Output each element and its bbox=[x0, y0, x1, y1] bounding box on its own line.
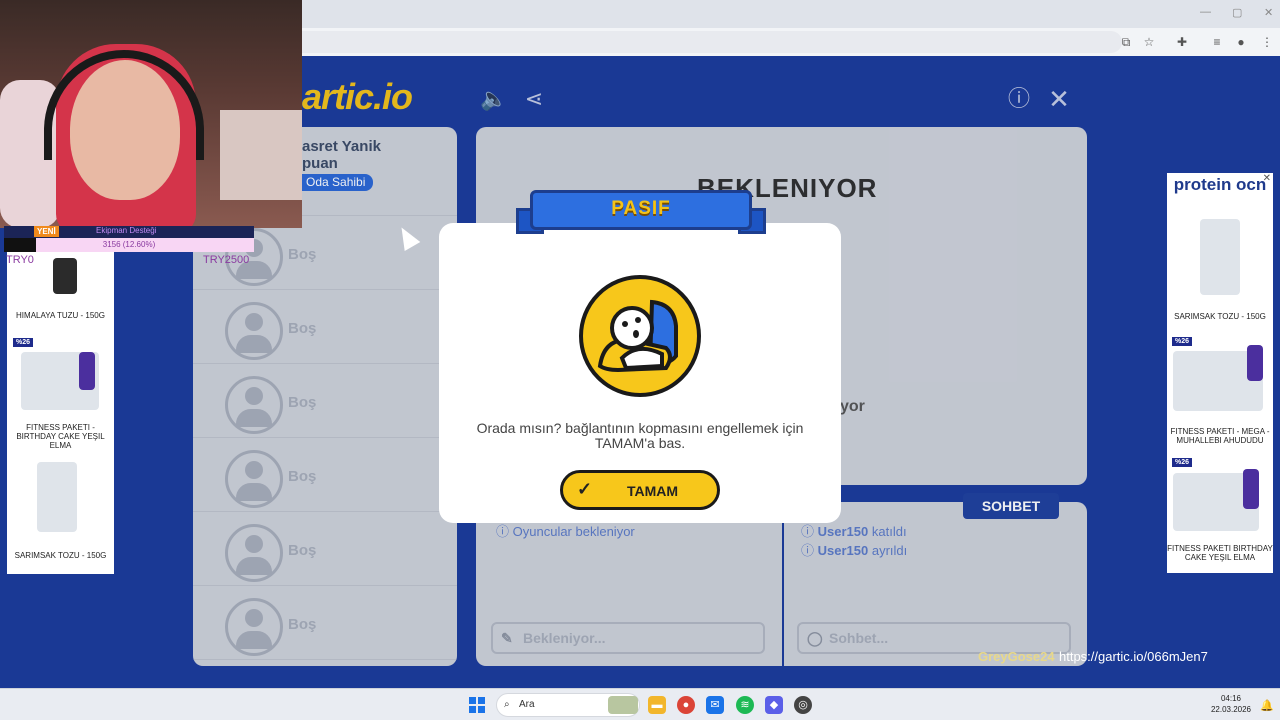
file-explorer-icon[interactable]: ▬ bbox=[648, 696, 666, 714]
clock-time: 04:16 bbox=[1220, 694, 1242, 703]
discount-badge: %26 bbox=[1172, 337, 1193, 346]
sleeping-icon bbox=[579, 275, 701, 397]
minimize-icon[interactable]: — bbox=[1200, 6, 1211, 18]
search-icon: ⌕ bbox=[504, 699, 510, 710]
clock-date: 22.03.2026 bbox=[1210, 705, 1252, 714]
check-icon: ✓ bbox=[577, 479, 593, 499]
ad-left[interactable]: HIMALAYA TUZU - 150G %26 FITNESS PAKETI … bbox=[7, 252, 114, 574]
obs-icon[interactable]: ◎ bbox=[794, 696, 812, 714]
product-image bbox=[79, 352, 95, 390]
taskbar: ⌕ Ara ▬ ● ✉ ≋ ◆ ◎ 04:16 22.03.2026 🔔 bbox=[0, 688, 1280, 720]
window-close-icon[interactable]: ✕ bbox=[1264, 6, 1273, 19]
extension-icon[interactable]: ✚ bbox=[1173, 33, 1191, 51]
product-image bbox=[1247, 345, 1263, 381]
product-image bbox=[53, 258, 77, 294]
maximize-icon[interactable]: ▢ bbox=[1232, 6, 1242, 19]
ad-label: FITNESS PAKETI BIRTHDAY CAKE YEŞIL ELMA bbox=[1167, 544, 1273, 562]
stream-username: GreyGose24 bbox=[978, 649, 1055, 664]
ad-label: FITNESS PAKETI - MEGA - MUHALLEBI AHUDUD… bbox=[1170, 427, 1270, 445]
chrome-icon[interactable]: ● bbox=[677, 696, 695, 714]
discount-badge: %26 bbox=[1172, 458, 1193, 467]
ad-right[interactable]: ✕ protein ocn SARIMSAK TOZU - 150G %26 F… bbox=[1167, 173, 1273, 573]
taskbar-search-label: Ara bbox=[519, 699, 535, 710]
app-icon[interactable]: ◆ bbox=[765, 696, 783, 714]
donation-min: TRY0 bbox=[6, 254, 34, 266]
modal-ribbon: PASIF bbox=[516, 190, 766, 234]
browser-titlebar: — ▢ ✕ bbox=[302, 0, 1280, 28]
profile-icon[interactable]: ● bbox=[1232, 33, 1250, 51]
ad-label: SARIMSAK TOZU - 150G bbox=[14, 551, 107, 560]
ok-button-label: TAMAM bbox=[627, 483, 679, 499]
modal-title: PASIF bbox=[611, 198, 671, 219]
discount-badge: %26 bbox=[13, 338, 34, 347]
donation-goal: YENİ Ekipman Desteği 3156 (12.60%) bbox=[4, 226, 254, 252]
star-icon[interactable]: ☆ bbox=[1140, 33, 1158, 51]
media-icon[interactable]: ≡ bbox=[1208, 33, 1226, 51]
donation-title: Ekipman Desteği bbox=[96, 226, 157, 235]
clock[interactable]: 04:16 22.03.2026 bbox=[1206, 693, 1256, 715]
spotify-icon[interactable]: ≋ bbox=[736, 696, 754, 714]
ad-label: FITNESS PAKETI - BIRTHDAY CAKE YEŞIL ELM… bbox=[16, 423, 105, 450]
address-bar[interactable] bbox=[302, 31, 1122, 53]
new-badge: YENİ bbox=[34, 226, 59, 237]
stream-link: https://gartic.io/066mJen7 bbox=[1059, 649, 1208, 664]
donation-progress-text: 3156 (12.60%) bbox=[102, 240, 156, 249]
cast-icon[interactable]: ⧉ bbox=[1117, 33, 1135, 51]
donation-progress: 3156 (12.60%) bbox=[4, 238, 254, 252]
menu-icon[interactable]: ⋮ bbox=[1258, 33, 1276, 51]
notification-icon[interactable]: 🔔 bbox=[1260, 699, 1274, 712]
ad-label: HIMALAYA TUZU - 150G bbox=[16, 311, 105, 320]
product-image bbox=[37, 462, 77, 532]
donation-max: TRY2500 bbox=[203, 254, 250, 266]
ad-label: SARIMSAK TOZU - 150G bbox=[1174, 312, 1266, 321]
widget-icon[interactable] bbox=[608, 696, 638, 714]
browser-toolbar: ⧉ ☆ ✚ ≡ ● ⋮ bbox=[302, 28, 1280, 56]
ad-brand: protein ocn bbox=[1173, 175, 1267, 194]
mail-icon[interactable]: ✉ bbox=[706, 696, 724, 714]
ok-button[interactable]: ✓ TAMAM bbox=[560, 470, 720, 510]
product-image bbox=[1243, 469, 1259, 509]
modal-message: Orada mısın? bağlantının kopmasını engel… bbox=[476, 420, 804, 451]
product-image bbox=[1200, 219, 1240, 295]
windows-start-icon[interactable] bbox=[469, 697, 485, 713]
webcam-feed bbox=[0, 0, 302, 228]
